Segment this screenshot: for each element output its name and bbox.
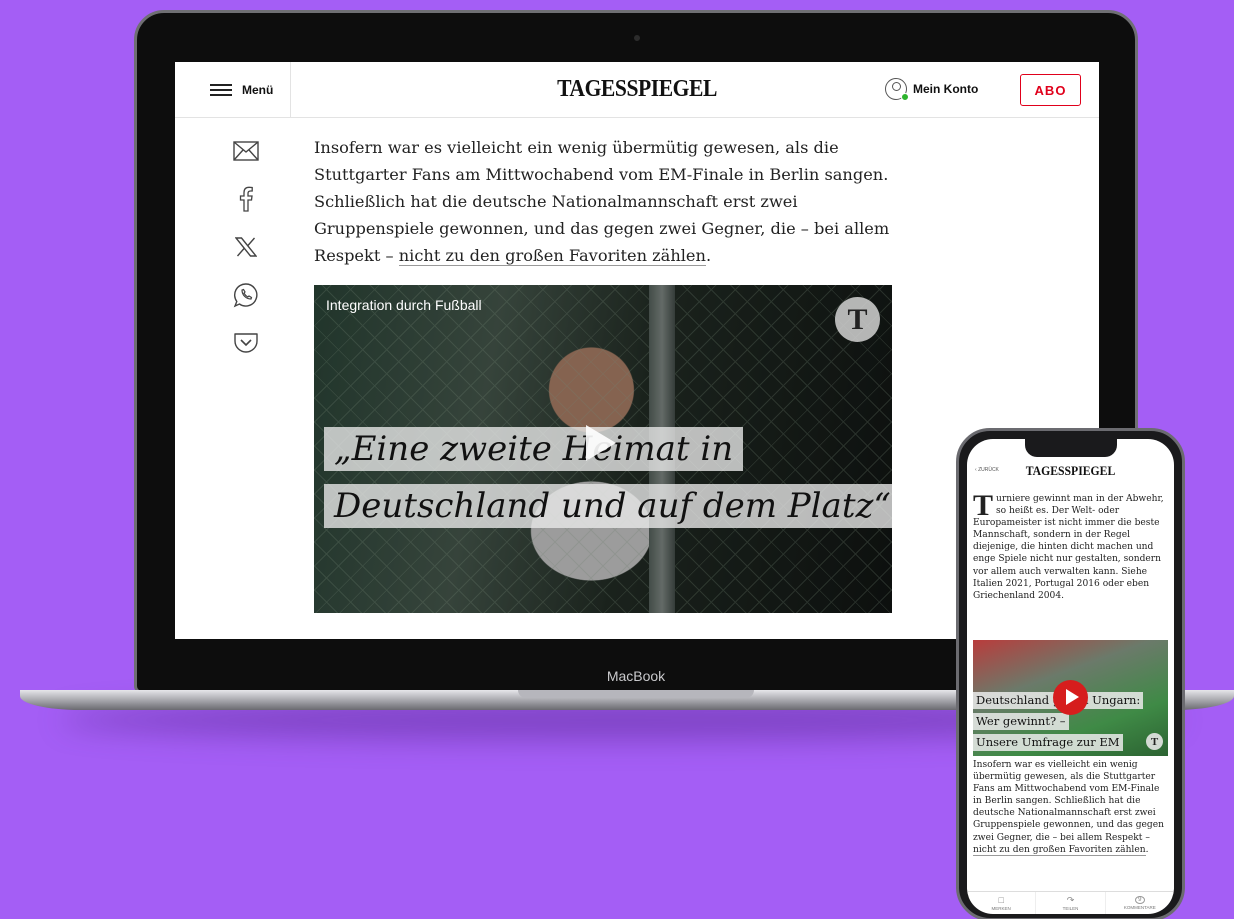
share-icon: ↷ xyxy=(1066,894,1075,905)
play-icon[interactable] xyxy=(586,425,616,461)
article-link[interactable]: nicht zu den großen Favoriten zählen xyxy=(398,246,706,266)
article-text: Insofern war es vielleicht ein wenig übe… xyxy=(314,134,894,269)
laptop-camera xyxy=(634,35,640,41)
facebook-icon[interactable] xyxy=(232,185,260,213)
online-status-dot xyxy=(901,93,909,101)
hamburger-icon xyxy=(210,83,232,96)
phone-body-trailing: . xyxy=(1145,844,1149,855)
bookmark-label: MERKEN xyxy=(991,905,1011,911)
pocket-icon[interactable] xyxy=(232,329,260,357)
account-label: Mein Konto xyxy=(913,82,979,96)
whatsapp-icon[interactable] xyxy=(232,281,260,309)
comments-button[interactable]: 9 KOMMENTARE xyxy=(1106,892,1174,914)
phone-notch xyxy=(1025,439,1117,457)
phone-video-line3: Unsere Umfrage zur EM xyxy=(973,734,1123,751)
video-headline-line2: Deutschland und auf dem Platz“ xyxy=(324,484,892,528)
dropcap: T xyxy=(973,489,994,522)
phone: ‹ ZURÜCK TAGESSPIEGEL Turniere gewinnt m… xyxy=(956,428,1185,919)
phone-bottom-bar: □ MERKEN ↷ TEILEN 9 KOMMENTARE xyxy=(967,891,1174,914)
user-icon xyxy=(885,78,909,101)
article-trailing: . xyxy=(705,246,712,265)
phone-body-paragraph: Insofern war es vielleicht ein wenig übe… xyxy=(973,760,1164,843)
mail-icon[interactable] xyxy=(232,137,260,165)
tagesspiegel-badge-icon: T xyxy=(835,297,880,342)
laptop-hinge-notch xyxy=(518,690,754,698)
share-rail xyxy=(231,137,261,357)
intro-paragraph: urniere gewinnt man in der Abwehr, so he… xyxy=(973,494,1164,601)
video-kicker: Integration durch Fußball xyxy=(326,297,482,313)
x-icon[interactable] xyxy=(232,233,260,261)
comments-label: KOMMENTARE xyxy=(1123,905,1156,910)
menu-button[interactable]: Menü xyxy=(175,62,291,118)
bookmark-button[interactable]: □ MERKEN xyxy=(967,892,1037,914)
phone-play-icon[interactable] xyxy=(1053,680,1088,715)
share-button[interactable]: ↷ TEILEN xyxy=(1036,892,1106,914)
phone-screen: ‹ ZURÜCK TAGESSPIEGEL Turniere gewinnt m… xyxy=(967,439,1174,914)
subscribe-button[interactable]: ABO xyxy=(1020,74,1081,106)
phone-article-link[interactable]: nicht zu den großen Favoriten zählen xyxy=(973,844,1146,856)
comment-icon: 9 xyxy=(1134,896,1145,904)
menu-label: Menü xyxy=(242,82,274,97)
phone-body-text: Insofern war es vielleicht ein wenig übe… xyxy=(973,759,1170,856)
phone-badge-icon: T xyxy=(1146,733,1163,750)
share-label: TEILEN xyxy=(1062,905,1079,911)
phone-intro-text: Turniere gewinnt man in der Abwehr, so h… xyxy=(973,489,1170,602)
phone-video-line2: Wer gewinnt? – xyxy=(973,713,1069,730)
comment-count: 9 xyxy=(1138,896,1142,903)
phone-video[interactable]: Deutschland gegen Ungarn: Wer gewinnt? –… xyxy=(973,640,1168,756)
bookmark-icon: □ xyxy=(998,894,1004,905)
phone-logo: TAGESSPIEGEL xyxy=(1025,463,1116,478)
account-button[interactable]: Mein Konto xyxy=(885,78,979,101)
site-header: Menü TAGESSPIEGEL Mein Konto ABO xyxy=(175,62,1099,118)
video-player[interactable]: Integration durch Fußball T „Eine zweite… xyxy=(314,285,892,613)
video-headline-line1: „Eine zweite Heimat in xyxy=(324,427,744,471)
